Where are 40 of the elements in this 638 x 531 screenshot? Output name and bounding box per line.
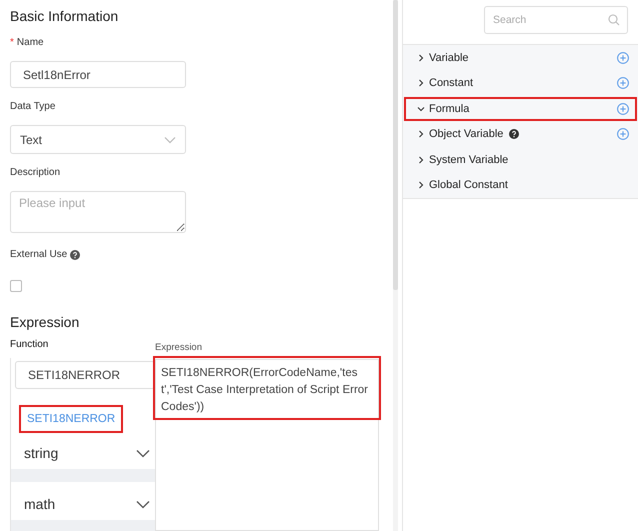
function-search-field[interactable]: SETI18NERROR [15, 361, 155, 389]
description-field[interactable]: Please input [10, 191, 186, 233]
section-title: Expression [10, 314, 80, 330]
help-icon[interactable] [509, 129, 520, 140]
field-label: External Use [10, 249, 68, 260]
field-label: Data Type [10, 101, 56, 112]
tree-label: Global Constant [429, 179, 508, 192]
tree-item[interactable]: System Variable [403, 147, 638, 172]
scrollbar-thumb[interactable] [393, 0, 398, 290]
add-icon[interactable] [617, 128, 629, 140]
add-icon[interactable] [617, 77, 629, 90]
tree-label: Constant [429, 77, 474, 90]
expression-label: Expression [155, 342, 203, 353]
external-use-checkbox[interactable] [10, 280, 22, 292]
search-icon [608, 14, 620, 26]
group-label: string [24, 445, 58, 461]
function-label: Function [10, 339, 50, 350]
tree-label: Object Variable [429, 128, 504, 140]
tree-label: Variable [429, 52, 469, 64]
data-type-select[interactable]: Text [10, 125, 186, 154]
required-mark: * [10, 37, 14, 48]
tree-label: Formula [429, 102, 470, 115]
add-icon[interactable] [617, 102, 629, 115]
add-icon[interactable] [617, 52, 629, 64]
search-field[interactable]: Search [484, 6, 628, 34]
tree-item[interactable]: Formula [403, 96, 638, 122]
chevron-down-icon [164, 136, 176, 144]
tree-item[interactable]: Global Constant [403, 172, 638, 198]
field-label: Name [16, 37, 44, 48]
tree-item[interactable]: Constant [403, 70, 638, 96]
field-label: Description [10, 167, 60, 178]
tree-label: System Variable [429, 154, 508, 166]
section-title: Basic Information [10, 8, 120, 24]
tree-item[interactable]: Object Variable [403, 122, 638, 147]
function-group[interactable]: string [11, 437, 155, 482]
group-label: math [24, 496, 56, 512]
name-field[interactable]: Setl18nError [10, 61, 186, 88]
tree-item[interactable]: Variable [403, 45, 638, 70]
help-icon[interactable] [70, 250, 80, 260]
function-group[interactable]: math [11, 488, 155, 531]
